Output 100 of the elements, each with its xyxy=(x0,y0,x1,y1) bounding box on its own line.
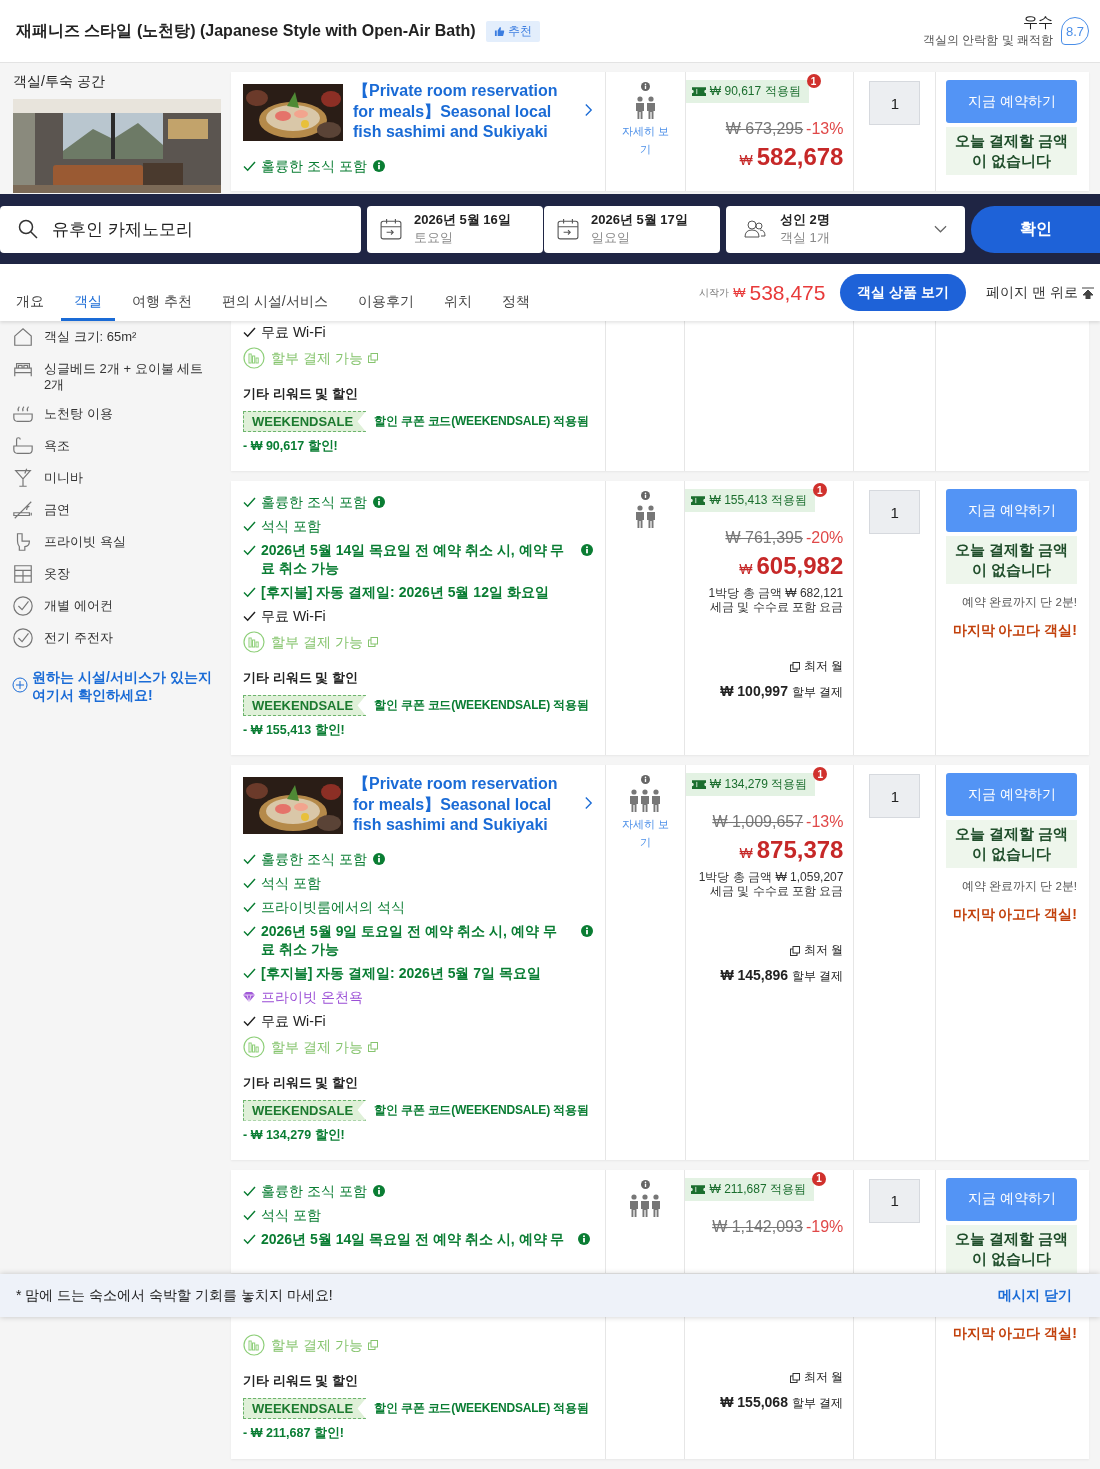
chevron-right-icon[interactable] xyxy=(584,102,593,118)
info-icon[interactable] xyxy=(372,159,385,172)
nav-tab[interactable]: 위치 xyxy=(430,264,485,321)
book-now-button[interactable]: 지금 예약하기 xyxy=(946,489,1077,532)
info-icon[interactable] xyxy=(372,1184,385,1197)
feature-text: 무료 Wi-Fi xyxy=(261,323,326,341)
info-icon[interactable] xyxy=(372,496,385,508)
info-icon[interactable] xyxy=(640,491,650,500)
info-icon[interactable] xyxy=(640,1179,650,1189)
occupancy-icon xyxy=(634,96,656,120)
check-icon xyxy=(243,1233,256,1245)
alert-badge: 1 xyxy=(806,74,821,88)
room-quantity-select[interactable]: 1 xyxy=(869,774,921,818)
confirm-button[interactable]: 확인 xyxy=(971,205,1100,253)
monthly-amount: ₩ 100,997 xyxy=(720,683,788,699)
feature-text: 2026년 5월 14일 목요일 전 예약 취소 시, 예약 무 xyxy=(261,1229,565,1248)
recommend-badge: 추천 xyxy=(485,20,540,42)
book-now-button[interactable]: 지금 예약하기 xyxy=(946,1177,1077,1221)
monthly-suffix: 할부 결제 xyxy=(792,968,844,985)
details-link[interactable]: 자세히 보기 xyxy=(618,815,673,851)
external-link-icon[interactable] xyxy=(789,1372,800,1383)
calendar-icon xyxy=(380,218,402,240)
discount-text: - ₩ 211,687 할인! xyxy=(243,1425,346,1442)
monthly-suffix: 할부 결제 xyxy=(791,1395,844,1412)
back-to-top-link[interactable]: 페이지 맨 위로 xyxy=(986,283,1078,302)
check-out-field[interactable]: 2026년 5월 17일 일요일 xyxy=(544,205,720,253)
alert-badge: 1 xyxy=(813,767,828,781)
rewards-heading: 기타 리워드 및 할인 xyxy=(243,669,359,687)
amenity-text: 객실 크기: 65m² xyxy=(44,329,137,345)
offer-title-link[interactable]: 【Private room reservation for meals】Seasonal local fish sashimi and Sukiyaki xyxy=(353,774,558,836)
info-icon[interactable] xyxy=(372,852,385,865)
gem-icon xyxy=(243,991,255,1002)
amenity-text: 금연 xyxy=(44,502,70,518)
nav-tab[interactable]: 여행 추천 xyxy=(119,264,205,321)
check-icon xyxy=(243,967,256,979)
booking-time-hint: 예약 완료까지 단 2분! xyxy=(960,879,1077,894)
check-icon xyxy=(243,521,256,532)
coupon-text: 할인 쿠폰 코드(WEEKENDSALE) 적용됨 xyxy=(374,697,589,714)
destination-field[interactable]: 유후인 카제노모리 xyxy=(0,205,361,253)
nav-tab[interactable]: 이용후기 xyxy=(344,264,427,321)
check-icon xyxy=(243,611,256,622)
monthly-amount: ₩ 155,068 xyxy=(720,1394,788,1410)
nav-tab[interactable]: 개요 xyxy=(3,264,57,321)
check-circle-icon xyxy=(12,595,34,617)
check-icon xyxy=(243,1185,256,1197)
book-now-button[interactable]: 지금 예약하기 xyxy=(946,80,1077,123)
discount-text: - ₩ 134,279 할인! xyxy=(243,1126,346,1144)
occupancy-icon xyxy=(634,505,656,529)
external-link-icon[interactable] xyxy=(790,945,801,956)
pay-later-notice: 오늘 결제할 금액이 없습니다 xyxy=(946,820,1077,868)
feature-text: 2026년 5월 14일 목요일 전 예약 취소 시, 예약 무료 취소 가능 xyxy=(261,541,566,577)
last-room-text: 마지막 아고다 객실! xyxy=(951,1325,1077,1343)
feature-text: 훌륭한 조식 포함 xyxy=(261,1181,367,1200)
chevron-right-icon[interactable] xyxy=(584,795,593,811)
info-icon[interactable] xyxy=(640,82,650,91)
original-price: ₩ 761,395 xyxy=(725,529,803,546)
room-quantity-select[interactable]: 1 xyxy=(869,490,921,534)
book-now-button[interactable]: 지금 예약하기 xyxy=(946,773,1077,816)
check-icon xyxy=(243,925,256,937)
offer-title-link[interactable]: 【Private room reservation for meals】Seasonal local fish sashimi and Sukiyaki xyxy=(353,81,558,143)
nav-tab[interactable]: 편의 시설/서비스 xyxy=(208,264,341,321)
check-in-field[interactable]: 2026년 5월 16일 토요일 xyxy=(367,205,543,253)
feature-text: 프라이빗 온천욕 xyxy=(261,987,363,1006)
coupon-applied-badge: ₩ 211,687 적용됨 xyxy=(685,1177,814,1201)
view-rooms-button[interactable]: 객실 상품 보기 xyxy=(840,274,967,311)
currency-symbol: ₩ xyxy=(739,845,753,861)
rating-caption: 객실의 안락함 및 쾌적함 xyxy=(923,32,1053,49)
monthly-suffix: 할부 결제 xyxy=(791,684,844,701)
per-night-total: 1박당 총 금액 ₩ 1,059,207 xyxy=(698,870,844,884)
info-icon[interactable] xyxy=(578,1232,591,1245)
amenities-link[interactable]: 원하는 시설/서비스가 있는지 여기서 확인하세요! xyxy=(32,668,221,704)
room-quantity-select[interactable]: 1 xyxy=(869,1178,921,1223)
plus-circle-icon[interactable] xyxy=(12,677,28,693)
coupon-code-tag: WEEKENDSALE xyxy=(243,1099,367,1121)
room-price: 605,982 xyxy=(756,552,844,580)
info-icon[interactable] xyxy=(640,775,650,784)
check-icon xyxy=(243,545,256,556)
check-icon xyxy=(243,1209,256,1221)
info-icon[interactable] xyxy=(581,924,593,937)
amenity-text: 개별 에어컨 xyxy=(44,598,113,614)
original-price: ₩ 673,295 xyxy=(725,120,804,137)
external-link-icon[interactable] xyxy=(789,661,800,672)
room-quantity-select[interactable]: 1 xyxy=(869,81,921,125)
info-icon[interactable] xyxy=(580,544,593,556)
amenity-text: 싱글베드 2개 + 요이불 세트 2개 xyxy=(44,361,205,393)
arrow-up-icon[interactable] xyxy=(1082,286,1094,299)
feature-text: [후지불] 자동 결제일: 2026년 5월 7일 목요일 xyxy=(261,963,542,982)
pay-later-notice: 오늘 결제할 금액이 없습니다 xyxy=(946,536,1077,584)
alert-badge: 1 xyxy=(811,1171,826,1186)
details-link[interactable]: 자세히 보기 xyxy=(618,122,673,158)
guests-dropdown[interactable]: 성인 2명 객실 1개 xyxy=(726,205,965,253)
currency-symbol: ₩ xyxy=(739,152,753,168)
monthly-label: 최저 월 xyxy=(804,942,844,959)
nav-tab[interactable]: 정책 xyxy=(488,264,543,321)
discount-percent: -19% xyxy=(805,1217,844,1235)
rating-label: 우수 xyxy=(1023,13,1053,32)
discount-text: - ₩ 155,413 할인! xyxy=(243,722,346,739)
close-message-link[interactable]: 메시지 닫기 xyxy=(998,1286,1072,1305)
nav-tab[interactable]: 객실 xyxy=(61,264,115,321)
coupon-text: 할인 쿠폰 코드(WEEKENDSALE) 적용됨 xyxy=(374,1400,589,1417)
